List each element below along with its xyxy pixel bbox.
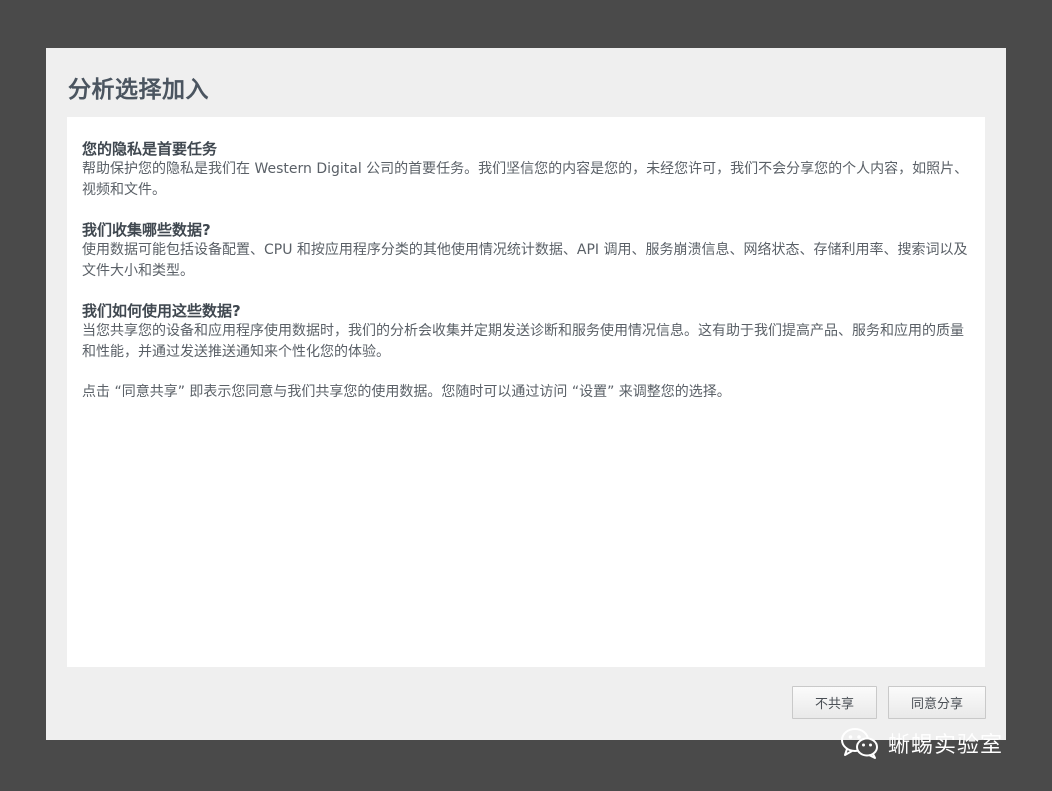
watermark-text: 蜥蜴实验室 <box>888 733 1004 758</box>
analytics-opt-in-dialog: 分析选择加入 您的隐私是首要任务 帮助保护您的隐私是我们在 Western Di… <box>46 48 1006 740</box>
watermark: 蜥蜴实验室 <box>840 726 1003 760</box>
consent-note: 点击 “同意共享” 即表示您同意与我们共享您的使用数据。您随时可以通过访问 “设… <box>82 384 731 400</box>
section-heading: 我们收集哪些数据? <box>82 221 211 239</box>
section-heading: 我们如何使用这些数据? <box>82 302 241 320</box>
accept-button[interactable]: 同意分享 <box>888 686 986 719</box>
dialog-button-row: 不共享 同意分享 <box>792 686 986 719</box>
section-body: 帮助保护您的隐私是我们在 Western Digital 公司的首要任务。我们坚… <box>82 161 969 198</box>
section-heading: 您的隐私是首要任务 <box>82 140 218 158</box>
wechat-icon <box>841 728 878 759</box>
data-collected-section: 我们收集哪些数据? 使用数据可能包括设备配置、CPU 和按应用程序分类的其他使用… <box>82 220 971 282</box>
decline-button[interactable]: 不共享 <box>792 686 877 719</box>
section-body: 使用数据可能包括设备配置、CPU 和按应用程序分类的其他使用情况统计数据、API… <box>82 242 968 279</box>
data-usage-section: 我们如何使用这些数据? 当您共享您的设备和应用程序使用数据时，我们的分析会收集并… <box>82 301 971 363</box>
section-body: 当您共享您的设备和应用程序使用数据时，我们的分析会收集并定期发送诊断和服务使用情… <box>82 323 964 360</box>
privacy-section: 您的隐私是首要任务 帮助保护您的隐私是我们在 Western Digital 公… <box>82 139 971 201</box>
dialog-title: 分析选择加入 <box>68 77 209 103</box>
dialog-content: 您的隐私是首要任务 帮助保护您的隐私是我们在 Western Digital 公… <box>67 117 985 667</box>
